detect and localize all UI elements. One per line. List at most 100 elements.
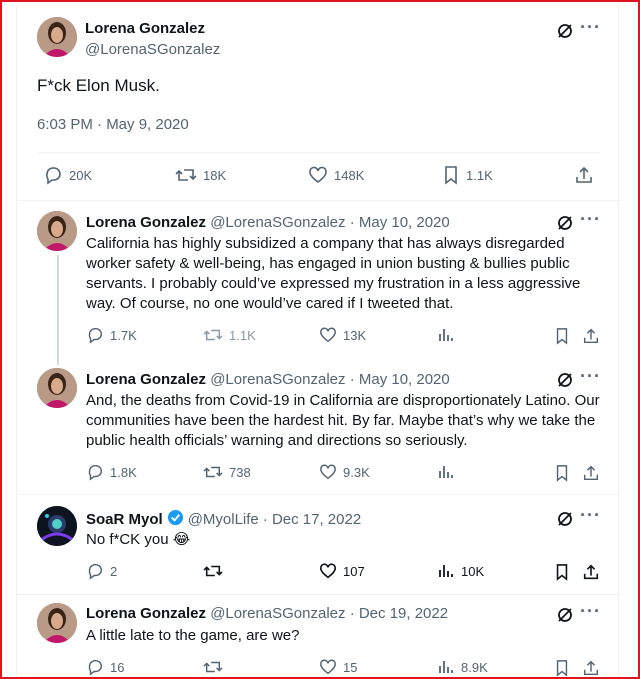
like-count: 107	[343, 563, 365, 579]
views-button[interactable]: 8.9K	[437, 658, 488, 676]
author-name[interactable]: Lorena Gonzalez	[86, 214, 206, 231]
avatar[interactable]	[37, 17, 77, 57]
more-options-icon[interactable]: ···	[580, 601, 601, 622]
reply-icon	[46, 167, 61, 185]
bookmark-button[interactable]: 1.1K	[442, 165, 493, 185]
more-options-icon[interactable]: ···	[580, 209, 601, 230]
retweet-count: 18K	[203, 167, 227, 183]
author-handle[interactable]: @MyolLife	[188, 511, 259, 528]
author-handle[interactable]: @LorenaSGonzalez	[210, 371, 345, 388]
views-button[interactable]: 10K	[437, 562, 484, 580]
bookmark-icon[interactable]	[551, 561, 573, 583]
retweet-count: 738	[229, 464, 251, 480]
share-icon[interactable]	[573, 164, 595, 186]
bookmark-count: 1.1K	[466, 167, 493, 183]
grok-icon[interactable]	[554, 20, 576, 42]
retweet-icon	[203, 565, 223, 577]
heart-icon	[320, 327, 336, 343]
retweet-button[interactable]	[203, 562, 229, 580]
like-count: 15	[343, 659, 358, 675]
like-count: 13K	[343, 327, 367, 343]
divider	[17, 200, 620, 201]
avatar[interactable]	[37, 506, 77, 546]
reply-button[interactable]: 1.8K	[86, 463, 137, 481]
retweet-button[interactable]: 738	[203, 463, 251, 481]
reply-count: 16	[110, 659, 125, 675]
views-icon	[439, 329, 453, 341]
reply-text: California has highly subsidized a compa…	[86, 235, 581, 312]
bookmark-icon	[445, 166, 457, 185]
views-icon	[439, 661, 453, 673]
retweet-icon	[175, 169, 197, 181]
tweet-timestamp[interactable]: 6:03 PM · May 9, 2020	[37, 116, 189, 133]
views-icon	[439, 466, 453, 478]
more-options-icon[interactable]: ···	[580, 366, 601, 387]
grok-icon[interactable]	[554, 212, 576, 234]
reply-date[interactable]: · Dec 17, 2022	[263, 511, 361, 528]
author-handle[interactable]: @LorenaSGonzalez	[210, 214, 345, 231]
like-count: 148K	[334, 167, 365, 183]
more-options-icon[interactable]: ···	[580, 505, 601, 526]
views-count: 8.9K	[461, 659, 488, 675]
author-name[interactable]: Lorena Gonzalez	[85, 20, 205, 37]
reply-button[interactable]: 20K	[43, 165, 92, 185]
reply-date[interactable]: · Dec 19, 2022	[350, 605, 448, 622]
share-icon[interactable]	[580, 325, 602, 347]
like-button[interactable]: 148K	[308, 165, 364, 185]
retweet-icon	[203, 661, 223, 673]
views-button[interactable]	[437, 326, 461, 344]
reply-button[interactable]: 2	[86, 562, 117, 580]
author-name[interactable]: Lorena Gonzalez	[86, 371, 206, 388]
grok-icon[interactable]	[554, 604, 576, 626]
reply-icon	[88, 659, 102, 676]
reply-text: No f*CK you 😂	[86, 531, 191, 548]
bookmark-icon[interactable]	[551, 657, 573, 677]
reply-header: Lorena Gonzalez @LorenaSGonzalez · May 1…	[86, 371, 450, 388]
retweet-count: 1.1K	[229, 327, 256, 343]
more-options-icon[interactable]: ···	[580, 17, 601, 38]
like-button[interactable]: 107	[319, 562, 365, 580]
retweet-button[interactable]	[203, 658, 229, 676]
reply-count: 1.7K	[110, 327, 137, 343]
divider	[17, 494, 620, 495]
reply-text: And, the deaths from Covid-19 in Califor…	[86, 392, 600, 449]
grok-icon[interactable]	[554, 369, 576, 391]
reply-icon	[88, 464, 102, 481]
share-icon[interactable]	[580, 657, 602, 677]
reply-count: 2	[110, 563, 118, 579]
like-button[interactable]: 15	[319, 658, 357, 676]
reply-icon	[88, 327, 102, 344]
bookmark-icon[interactable]	[551, 462, 573, 484]
heart-icon	[309, 166, 327, 183]
retweet-button[interactable]: 18K	[175, 165, 226, 185]
avatar[interactable]	[37, 368, 77, 408]
thread-line	[57, 255, 59, 365]
retweet-button[interactable]: 1.1K	[203, 326, 256, 344]
share-icon[interactable]	[580, 561, 602, 583]
author-name[interactable]: Lorena Gonzalez	[86, 605, 206, 622]
author-name[interactable]: SoaR Myol	[86, 511, 163, 528]
tweet-thread: Lorena Gonzalez @LorenaSGonzalez ··· F*c…	[16, 4, 620, 677]
divider	[37, 152, 600, 153]
heart-icon	[320, 464, 336, 480]
reply-count: 20K	[69, 167, 93, 183]
bookmark-icon[interactable]	[551, 325, 573, 347]
like-button[interactable]: 13K	[319, 326, 366, 344]
author-handle[interactable]: @LorenaSGonzalez	[85, 41, 220, 58]
reply-text: A little late to the game, are we?	[86, 627, 300, 644]
grok-icon[interactable]	[554, 508, 576, 530]
reply-date[interactable]: · May 10, 2020	[350, 371, 450, 388]
heart-icon	[319, 563, 337, 579]
reply-button[interactable]: 16	[86, 658, 124, 676]
reply-date[interactable]: · May 10, 2020	[350, 214, 450, 231]
avatar[interactable]	[37, 211, 77, 251]
views-button[interactable]	[437, 463, 461, 481]
tweet-text: F*ck Elon Musk.	[37, 76, 160, 95]
avatar[interactable]	[37, 603, 77, 643]
share-icon[interactable]	[580, 462, 602, 484]
divider	[17, 594, 620, 595]
like-button[interactable]: 9.3K	[319, 463, 370, 481]
author-handle[interactable]: @LorenaSGonzalez	[210, 605, 345, 622]
reply-button[interactable]: 1.7K	[86, 326, 137, 344]
heart-icon	[320, 659, 336, 675]
